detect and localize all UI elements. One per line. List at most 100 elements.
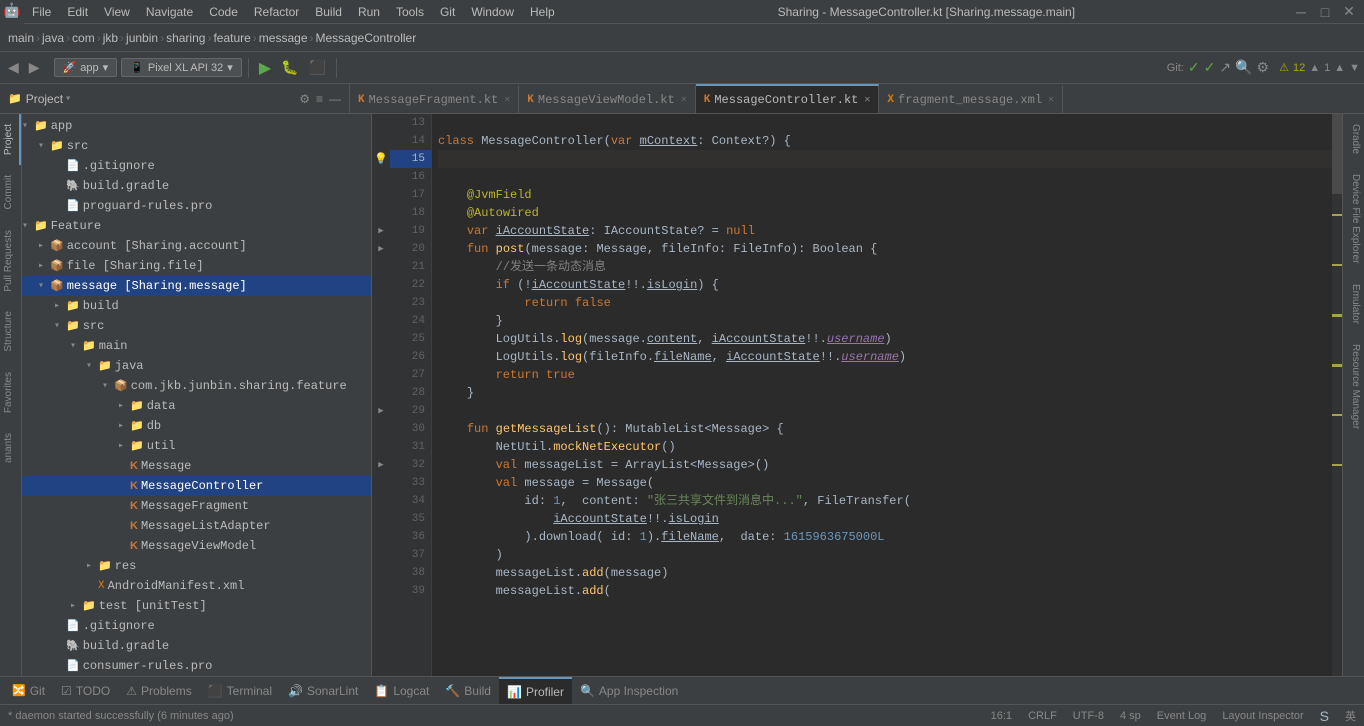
bottom-tab-todo[interactable]: ☑ TODO: [53, 677, 118, 704]
git-check-btn[interactable]: ✓: [1188, 59, 1200, 76]
tree-item[interactable]: 📄proguard-rules.pro: [22, 196, 371, 216]
menu-item-edit[interactable]: Edit: [59, 0, 96, 24]
bottom-tab-profiler[interactable]: 📊 Profiler: [499, 677, 572, 704]
file-tab-close[interactable]: ✕: [681, 94, 687, 106]
device-btn[interactable]: 📱Pixel XL API 32▾: [121, 58, 242, 77]
menu-item-navigate[interactable]: Navigate: [138, 0, 201, 24]
stop-button[interactable]: ⬛: [305, 57, 330, 78]
tree-item[interactable]: 🐘build.gradle: [22, 176, 371, 196]
tree-item[interactable]: ▾📦com.jkb.junbin.sharing.feature: [22, 376, 371, 396]
tree-item[interactable]: 🐘build.gradle: [22, 636, 371, 656]
back-btn[interactable]: ◀: [4, 57, 23, 78]
tree-item[interactable]: 📄.gitignore: [22, 156, 371, 176]
forward-btn[interactable]: ▶: [25, 57, 44, 78]
project-sync-btn[interactable]: ⚙: [299, 92, 310, 106]
status-encoding[interactable]: UTF-8: [1073, 710, 1104, 722]
tree-item[interactable]: ▾📁src: [22, 316, 371, 336]
menu-item-view[interactable]: View: [96, 0, 138, 24]
file-tab-MessageViewModel-kt[interactable]: KMessageViewModel.kt✕: [519, 84, 695, 113]
status-position[interactable]: 16:1: [991, 710, 1012, 722]
bottom-tab-problems[interactable]: ⚠ Problems: [118, 677, 199, 704]
left-tab-commit[interactable]: Commit: [0, 165, 21, 219]
tree-item[interactable]: ▸📁res: [22, 556, 371, 576]
bottom-tab-sonarlint[interactable]: 🔊 SonarLint: [280, 677, 366, 704]
project-hide-btn[interactable]: —: [329, 92, 341, 106]
breadcrumb-item-com[interactable]: com: [72, 31, 95, 45]
git-push-btn[interactable]: ✓: [1204, 59, 1216, 76]
debug-button[interactable]: 🐛: [277, 57, 302, 78]
tree-item[interactable]: ▾📦message [Sharing.message]: [22, 276, 371, 296]
minimize-button[interactable]: ─: [1290, 1, 1312, 23]
tree-item[interactable]: ▾📁src: [22, 136, 371, 156]
tree-item[interactable]: ▸📦account [Sharing.account]: [22, 236, 371, 256]
tree-item[interactable]: ▾📁app: [22, 116, 371, 136]
tree-item[interactable]: ▸📁test [unitTest]: [22, 596, 371, 616]
breadcrumb-item-messagecontroller[interactable]: MessageController: [316, 31, 417, 45]
git-arrow-btn[interactable]: ↗: [1219, 59, 1231, 76]
tree-item[interactable]: KMessageFragment: [22, 496, 371, 516]
right-tab-gradle[interactable]: Gradle: [1343, 114, 1364, 164]
file-tab-fragment_message-xml[interactable]: Xfragment_message.xml✕: [879, 84, 1063, 113]
file-tab-close-active[interactable]: ✕: [864, 94, 870, 106]
bottom-tab-git[interactable]: 🔀 Git: [4, 677, 53, 704]
tree-item[interactable]: ▸📁data: [22, 396, 371, 416]
warning-indicator[interactable]: ⚠12 ▲1 ▲ ▼: [1279, 61, 1360, 74]
project-collapse-btn[interactable]: ≡: [316, 92, 323, 106]
breadcrumb-item-main[interactable]: main: [8, 31, 34, 45]
file-tab-close[interactable]: ✕: [1048, 94, 1054, 106]
window-controls[interactable]: ─ □ ✕: [1290, 1, 1360, 23]
tree-item[interactable]: ▾📁Feature: [22, 216, 371, 236]
left-tab-anants[interactable]: anants: [0, 423, 21, 473]
file-tab-MessageController-kt[interactable]: KMessageController.kt✕: [696, 84, 880, 113]
editor-scrollbar[interactable]: [1332, 114, 1342, 676]
bottom-tab-build[interactable]: 🔨 Build: [437, 677, 499, 704]
left-tab-structure[interactable]: Structure: [0, 301, 21, 362]
close-button[interactable]: ✕: [1338, 1, 1360, 23]
search-btn[interactable]: 🔍: [1235, 59, 1252, 76]
breadcrumb-item-sharing[interactable]: sharing: [166, 31, 205, 45]
bottom-tab-terminal[interactable]: ⬛ Terminal: [200, 677, 280, 704]
right-tab-emulator[interactable]: Emulator: [1343, 274, 1364, 334]
breadcrumb[interactable]: main › java › com › jkb › junbin › shari…: [8, 31, 416, 45]
tree-item[interactable]: ▾📁main: [22, 336, 371, 356]
tree-item[interactable]: KMessageController: [22, 476, 371, 496]
menu-item-tools[interactable]: Tools: [388, 0, 432, 24]
file-tab-close[interactable]: ✕: [504, 94, 510, 106]
left-tab-favorites[interactable]: Favorites: [0, 362, 21, 423]
tree-item[interactable]: ▾📁java: [22, 356, 371, 376]
breadcrumb-item-java[interactable]: java: [42, 31, 64, 45]
menu-item-code[interactable]: Code: [201, 0, 246, 24]
menu-item-git[interactable]: Git: [432, 0, 463, 24]
menu-item-help[interactable]: Help: [522, 0, 563, 24]
maximize-button[interactable]: □: [1314, 1, 1336, 23]
bottom-tab-appinspection[interactable]: 🔍 App Inspection: [572, 677, 686, 704]
settings-btn[interactable]: ⚙: [1257, 59, 1270, 76]
tree-item[interactable]: ▸📁util: [22, 436, 371, 456]
status-event-log[interactable]: Event Log: [1157, 710, 1207, 722]
bottom-tab-logcat[interactable]: 📋 Logcat: [366, 677, 437, 704]
tree-item[interactable]: ▸📦file [Sharing.file]: [22, 256, 371, 276]
breadcrumb-item-jkb[interactable]: jkb: [103, 31, 118, 45]
tree-item[interactable]: KMessage: [22, 456, 371, 476]
file-tab-MessageFragment-kt[interactable]: KMessageFragment.kt✕: [350, 84, 519, 113]
tree-item[interactable]: ▸📁build: [22, 296, 371, 316]
menu-item-refactor[interactable]: Refactor: [246, 0, 307, 24]
right-tab-resource-manager[interactable]: Resource Manager: [1343, 334, 1364, 439]
menu-item-run[interactable]: Run: [350, 0, 388, 24]
tree-item[interactable]: XAndroidManifest.xml: [22, 576, 371, 596]
tree-item[interactable]: KMessageViewModel: [22, 536, 371, 556]
breadcrumb-item-message[interactable]: message: [259, 31, 308, 45]
status-layout-inspector[interactable]: Layout Inspector: [1222, 710, 1303, 722]
right-tab-device-file[interactable]: Device File Explorer: [1343, 164, 1364, 273]
code-lines[interactable]: class MessageController(var mContext: Co…: [432, 114, 1332, 676]
left-tab-pullrequests[interactable]: Pull Requests: [0, 220, 21, 302]
status-indent[interactable]: 4 sp: [1120, 710, 1141, 722]
breadcrumb-item-junbin[interactable]: junbin: [126, 31, 158, 45]
run-button[interactable]: ▶: [255, 56, 275, 80]
menu-item-build[interactable]: Build: [307, 0, 350, 24]
tree-item[interactable]: ▸📁db: [22, 416, 371, 436]
run-config-btn[interactable]: 🚀app▾: [54, 58, 118, 77]
breadcrumb-item-feature[interactable]: feature: [213, 31, 250, 45]
tree-item[interactable]: KMessageListAdapter: [22, 516, 371, 536]
menu-item-window[interactable]: Window: [463, 0, 522, 24]
